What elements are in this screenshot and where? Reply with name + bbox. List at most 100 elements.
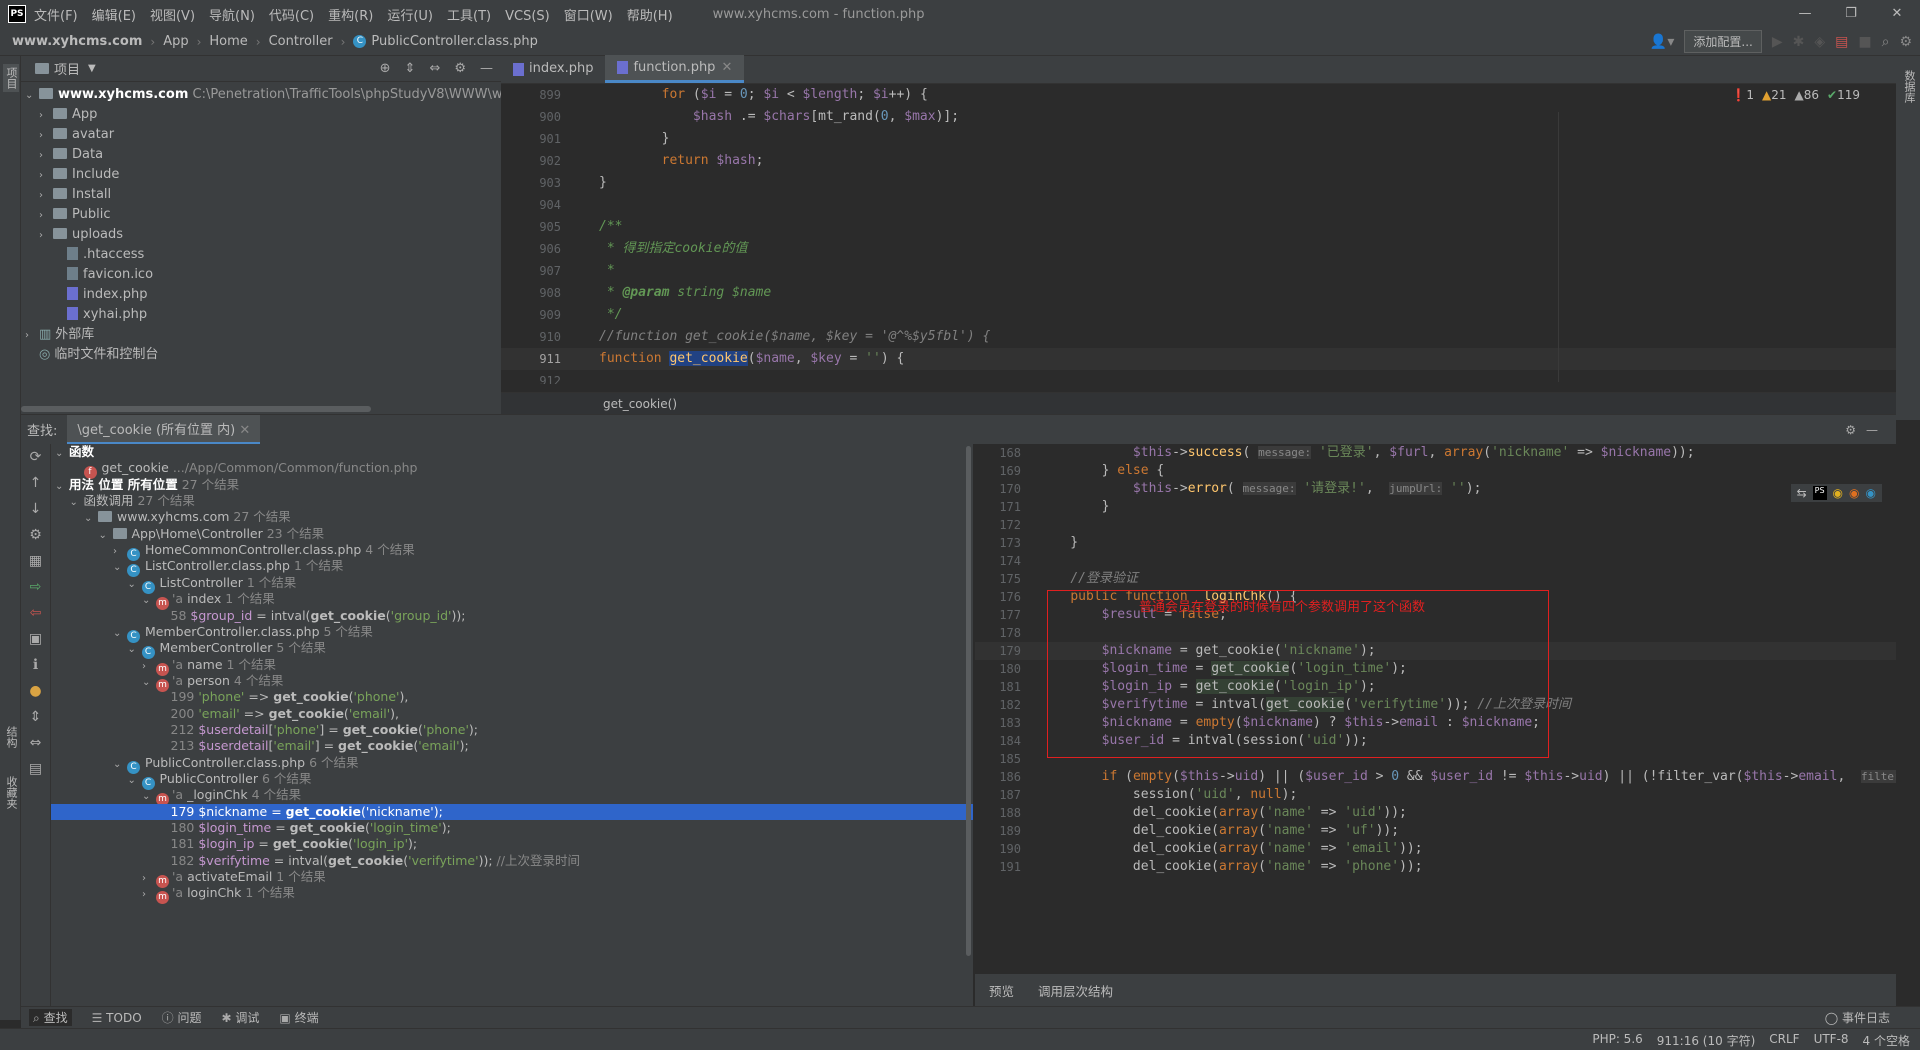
menu-item[interactable]: 重构(R) [328,9,373,24]
editor-breadcrumb[interactable]: get_cookie() [501,392,1896,414]
menu-item[interactable]: 编辑(E) [92,9,136,24]
find-tab[interactable]: \get_cookie (所有位置 内) ✕ [67,414,261,445]
preview-tab[interactable]: 预览 [989,981,1014,1000]
menu-item[interactable]: 工具(T) [447,9,491,24]
project-file[interactable]: index.php [25,285,501,305]
breadcrumb-item[interactable]: www.xyhcms.com [12,34,142,49]
info-icon[interactable]: ℹ [21,652,50,678]
breadcrumb-item[interactable]: Home [209,34,247,49]
chevron-down-icon[interactable]: ▼ [88,63,96,74]
find-result-row[interactable]: 212 $userdetail['phone'] = get_cookie('p… [51,722,973,738]
find-result-row[interactable]: 181 $login_ip = get_cookie('login_ip'); [51,836,973,852]
read-access-icon[interactable]: ⇨ [21,574,50,600]
add-configuration-button[interactable]: 添加配置... [1684,30,1762,53]
project-root[interactable]: ⌄ www.xyhcms.com C:\Penetration\TrafficTo… [25,85,550,105]
find-result-row[interactable]: › C HomeCommonController.class.php 4 个结果 [51,542,973,562]
find-result-row[interactable]: ⌄ www.xyhcms.com 27 个结果 [51,509,973,525]
debug-icon[interactable]: ✱ [1793,34,1805,50]
close-icon[interactable]: ✕ [721,54,732,82]
tool-window-4[interactable]: ▣ 终端 [279,1009,318,1026]
rerun-icon[interactable]: ⟳ [21,444,50,470]
expand-icon[interactable]: ⇕ [21,704,50,730]
project-folder[interactable]: › Include [25,165,501,185]
search-icon[interactable]: ⌕ [1882,34,1890,50]
breadcrumb-item[interactable]: App [163,34,188,49]
close-icon[interactable]: ✕ [1874,0,1920,28]
hide-icon[interactable]: — [1866,423,1878,437]
find-result-row[interactable]: ⌄ C ListController 1 个结果 [51,575,973,594]
maximize-icon[interactable]: ❐ [1828,0,1874,28]
find-result-row[interactable]: ⌄ App\Home\Controller 23 个结果 [51,526,973,542]
module-icon[interactable]: ▣ [21,626,50,652]
find-result-row[interactable]: ⌄ C PublicController 6 个结果 [51,771,973,790]
indent-setting[interactable]: 4 个空格 [1863,1032,1910,1049]
tool-window-0[interactable]: ⌕ 查找 [29,1009,72,1026]
menu-item[interactable]: VCS(S) [505,9,550,24]
minimize-icon[interactable]: — [1782,0,1828,28]
find-result-row[interactable]: ⌄ C ListController.class.php 1 个结果 [51,558,973,578]
find-result-row[interactable]: ⌄ 用法 位置 所有位置 27 个结果 [51,477,973,493]
structure-tool-button[interactable]: 结构 [3,726,19,748]
horizontal-scrollbar[interactable] [21,406,371,412]
find-result-row[interactable]: 58 $group_id = intval(get_cookie('group_… [51,608,973,624]
menu-item[interactable]: 导航(N) [209,9,255,24]
group-icon[interactable]: ▦ [21,548,50,574]
find-result-row[interactable]: ⌄ C MemberController 5 个结果 [51,640,973,660]
find-result-row[interactable]: › m'a loginChk 1 个结果 [51,885,973,905]
cursor-position[interactable]: 911:16 (10 字符) [1657,1032,1755,1049]
menu-item[interactable]: 运行(U) [387,9,433,24]
external-libraries[interactable]: › ▥ 外部库 [25,325,501,345]
find-result-row[interactable]: › m'a activateEmail 1 个结果 [51,869,973,889]
scratches[interactable]: ◎ 临时文件和控制台 [25,345,501,365]
expand-all-icon[interactable]: ⇕ [405,61,416,76]
menu-item[interactable]: 帮助(H) [627,9,673,24]
find-result-row[interactable]: ⌄ 函数 [51,444,973,460]
edge-icon[interactable]: ◉ [1866,486,1876,500]
close-icon[interactable]: ✕ [239,423,250,438]
project-folder[interactable]: › App [25,105,501,125]
php-version[interactable]: PHP: 5.6 [1592,1032,1642,1049]
project-folder[interactable]: › Install [25,185,501,205]
user-icon[interactable]: 👤▾ [1650,34,1674,50]
menu-item[interactable]: 代码(C) [269,9,314,24]
menu-item[interactable]: 文件(F) [34,9,78,24]
favorites-tool-button[interactable]: 收藏夹 [3,776,19,809]
collapse-icon[interactable]: ⇔ [21,730,50,756]
project-file[interactable]: xyhai.php [25,305,501,325]
collapse-all-icon[interactable]: ⇔ [429,61,440,76]
find-result-row[interactable]: ⌄ m'a _loginChk 4 个结果 [51,787,973,807]
tool-window-1[interactable]: ☰ TODO [92,1011,142,1025]
find-result-row[interactable]: 180 $login_time = get_cookie('login_time… [51,820,973,836]
project-file[interactable]: favicon.ico [25,265,501,285]
hide-icon[interactable]: — [480,61,493,76]
preview-icon[interactable]: ▤ [21,756,50,782]
run-icon[interactable]: ▶ [1772,34,1783,50]
menu-item[interactable]: 视图(V) [150,9,195,24]
arrow-down-icon[interactable]: ↓ [21,496,50,522]
editor-tab[interactable]: function.php ✕ [605,54,745,83]
chrome-icon[interactable]: ◉ [1833,486,1843,500]
project-folder[interactable]: › uploads [25,225,501,245]
coverage-icon[interactable]: ◈ [1814,34,1825,50]
profile-icon[interactable]: ▤ [1835,34,1848,50]
firefox-icon[interactable]: ◉ [1849,486,1859,500]
gear-icon[interactable]: ⚙ [21,522,50,548]
file-encoding[interactable]: UTF-8 [1814,1032,1849,1049]
find-result-row[interactable]: ⌄ m'a person 4 个结果 [51,673,973,692]
settings-icon[interactable]: ⚙ [1899,34,1912,50]
tool-window-3[interactable]: ✱ 调试 [222,1009,260,1026]
database-tool-button[interactable]: 数据库 [1901,70,1917,103]
project-folder[interactable]: › Data [25,145,501,165]
find-result-row[interactable]: 179 $nickname = get_cookie('nickname'); [51,803,973,821]
project-folder[interactable]: › Public [25,205,501,225]
project-tool-button[interactable]: 项目 [3,64,19,92]
gear-icon[interactable]: ⚙ [1845,423,1856,437]
find-result-row[interactable]: f get_cookie .../App/Common/Common/functi… [51,460,973,480]
stop-icon[interactable]: ■ [1858,34,1871,50]
project-file[interactable]: .htaccess [25,245,501,265]
wrap-icon[interactable]: ⇆ [1797,486,1807,500]
vertical-scrollbar[interactable] [966,446,971,956]
line-separator[interactable]: CRLF [1769,1032,1799,1049]
editor-tab[interactable]: index.php [501,55,605,83]
preview-tab[interactable]: 调用层次结构 [1038,981,1113,1000]
